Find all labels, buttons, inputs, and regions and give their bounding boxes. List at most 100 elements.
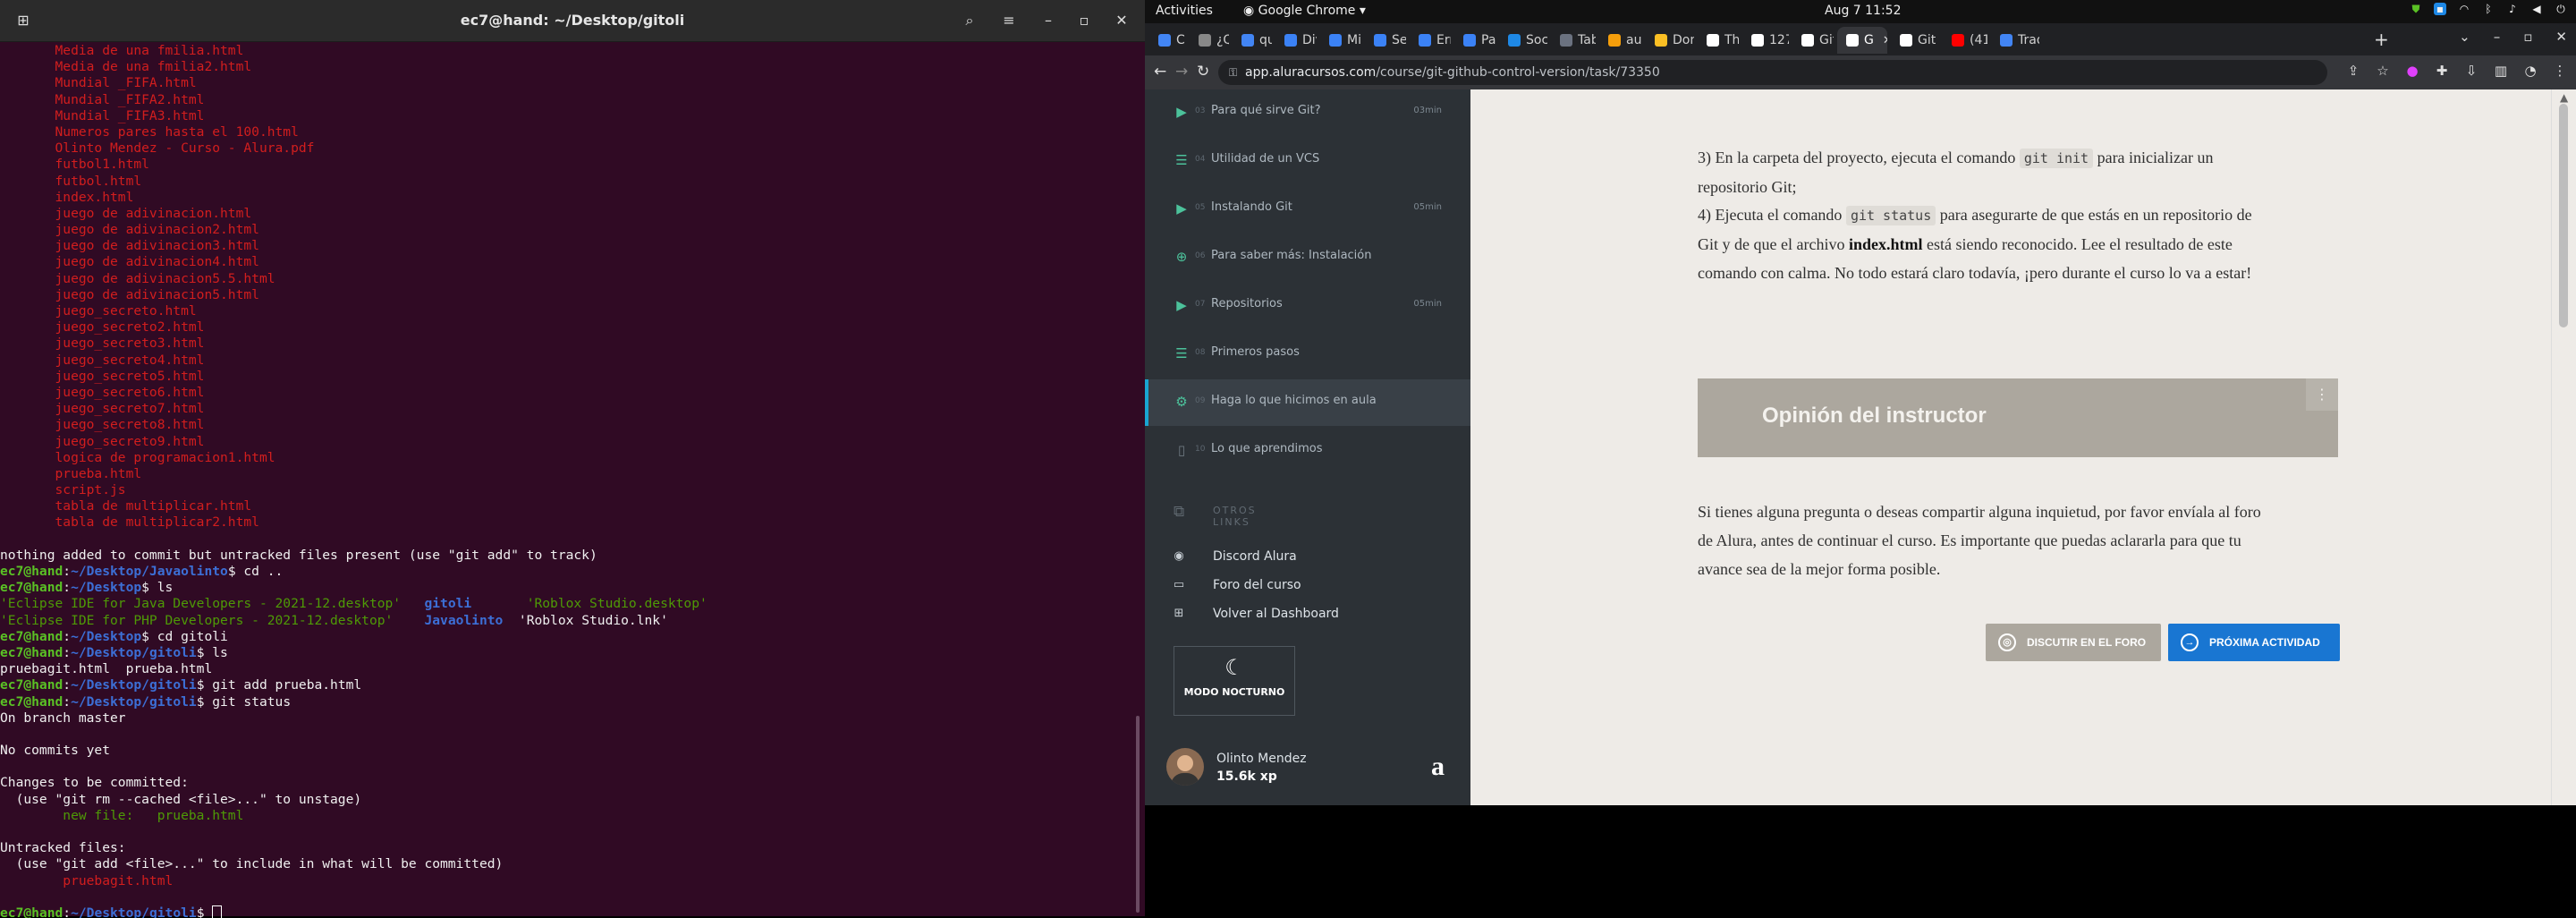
- video-icon: ▶: [1176, 104, 1187, 120]
- side-panel-icon[interactable]: ▥: [2494, 63, 2508, 79]
- scrollbar-thumb[interactable]: [2559, 104, 2568, 327]
- sidebar-item-number: 09: [1195, 396, 1206, 405]
- tab-close-icon[interactable]: ✕: [1883, 34, 1887, 47]
- minimize-icon[interactable]: –: [2494, 29, 2501, 45]
- terminal-line: futbol1.html: [0, 157, 1129, 173]
- sidebar-item[interactable]: ☰ 08 Primeros pasos: [1145, 331, 1470, 378]
- close-icon[interactable]: ✕: [1107, 7, 1136, 34]
- doc-icon: [1560, 34, 1572, 47]
- terminal-line: Media de una fmilia2.html: [0, 59, 1129, 75]
- browser-tab[interactable]: Soci: [1499, 27, 1547, 54]
- browser-tab[interactable]: Serv: [1365, 27, 1406, 54]
- terminal-line: On branch master: [0, 710, 1129, 727]
- discord-icon: ◉: [1174, 549, 1184, 563]
- terminal-text-segment: :: [63, 693, 72, 710]
- page-scrollbar[interactable]: ▲: [2551, 89, 2576, 805]
- sidebar-item[interactable]: ☰ 04 Utilidad de un VCS: [1145, 138, 1470, 184]
- browser-tab[interactable]: Trad: [1991, 27, 2039, 54]
- terminal-output[interactable]: Media de una fmilia.html Media de una fm…: [0, 41, 1129, 918]
- google-icon: [1241, 34, 1254, 47]
- browser-tab[interactable]: (41): [1943, 27, 1987, 54]
- sidebar-item[interactable]: ▶ 03 Para qué sirve Git? 03min: [1145, 89, 1470, 136]
- maximize-icon[interactable]: ▫: [2523, 29, 2532, 45]
- terminal-text-segment: juego de adivinacion.html: [0, 205, 252, 221]
- sidebar-item-duration: 05min: [1413, 202, 1442, 212]
- browser-tab[interactable]: aura: [1599, 27, 1642, 54]
- sidebar-item-label: Lo que aprendimos: [1211, 442, 1323, 455]
- extensions-puzzle-icon[interactable]: ✚: [2435, 63, 2449, 79]
- bookmark-star-icon[interactable]: ☆: [2376, 63, 2390, 79]
- chrome-menu-icon[interactable]: ⋮: [2553, 63, 2567, 79]
- tab-label: 127.: [1769, 33, 1789, 47]
- hamburger-menu-icon[interactable]: ≡: [995, 7, 1023, 34]
- browser-tab[interactable]: ¿Qu: [1190, 27, 1229, 54]
- avatar[interactable]: [1166, 748, 1204, 786]
- sidebar-item[interactable]: ▶ 07 Repositorios 05min: [1145, 283, 1470, 329]
- user-name: Olinto Mendez: [1216, 752, 1307, 766]
- terminal-text-segment: juego_secreto5.html: [0, 368, 205, 384]
- terminal-line: juego de adivinacion2.html: [0, 222, 1129, 238]
- clock[interactable]: Aug 7 11:52: [1825, 4, 1902, 18]
- sidebar-item[interactable]: ⚙ 09 Haga lo que hicimos en aula: [1145, 379, 1470, 426]
- terminal-text-segment: new file: prueba.html: [0, 807, 244, 823]
- alura-logo[interactable]: a: [1431, 752, 1445, 782]
- terminal-line: pruebagit.html: [0, 873, 1129, 889]
- browser-tab[interactable]: qué: [1233, 27, 1272, 54]
- browser-tab[interactable]: G✕: [1837, 27, 1887, 54]
- search-icon[interactable]: ⌕: [955, 7, 984, 34]
- new-tab-button[interactable]: +: [2374, 29, 2389, 50]
- share-icon[interactable]: ⇪: [2346, 63, 2360, 79]
- reload-icon[interactable]: ↻: [1197, 63, 1209, 81]
- browser-tab[interactable]: The: [1698, 27, 1739, 54]
- app-menu[interactable]: ◉ Google Chrome ▾: [1243, 4, 1366, 18]
- sidebar-item-label: Para saber más: Instalación: [1211, 249, 1372, 262]
- terminal-text-segment: juego_secreto6.html: [0, 384, 205, 400]
- terminal-scrollbar[interactable]: [1136, 716, 1140, 913]
- instructor-opinion-header[interactable]: Opinión del instructor ⋮: [1698, 378, 2338, 457]
- back-icon[interactable]: ←: [1154, 63, 1166, 81]
- system-tray[interactable]: ⛊ ▪ ◠ ᛒ ♪ ◀ ⏻: [2410, 3, 2567, 15]
- scroll-up-icon[interactable]: ▲: [2560, 91, 2568, 104]
- browser-tab[interactable]: Cou: [1149, 27, 1185, 54]
- user-xp: 15.6k xp: [1216, 769, 1277, 784]
- forward-icon[interactable]: →: [1175, 63, 1188, 81]
- terminal-text-segment: ec7@hand: [0, 628, 64, 644]
- terminal-text-segment: ~/Desktop/gitoli: [71, 677, 197, 693]
- night-mode-button[interactable]: ☾ MODO NOCTURNO: [1174, 646, 1295, 716]
- course-sidebar: ▶ 03 Para qué sirve Git? 03min ☰ 04 Utilidad d…: [1145, 89, 1470, 805]
- browser-tab[interactable]: Part: [1454, 27, 1496, 54]
- terminal-window[interactable]: ⊞ ec7@hand: ~/Desktop/gitoli ⌕ ≡ – ▫ ✕ M…: [0, 0, 1145, 918]
- browser-tab[interactable]: Git v: [1891, 27, 1939, 54]
- terminal-text-segment: prueba.html: [0, 465, 142, 481]
- sidebar-item[interactable]: ⊕ 06 Para saber más: Instalación: [1145, 234, 1470, 281]
- discuss-forum-button[interactable]: ◎ DISCUTIR EN EL FORO: [1986, 624, 2161, 661]
- next-activity-button[interactable]: → PRÓXIMA ACTIVIDAD: [2168, 624, 2340, 661]
- browser-tab[interactable]: Mini: [1320, 27, 1361, 54]
- terminal-text-segment: juego_secreto.html: [0, 303, 197, 319]
- terminal-text-segment: $ ls: [196, 644, 228, 660]
- close-icon[interactable]: ✕: [2555, 29, 2567, 45]
- browser-tab[interactable]: Tabl: [1551, 27, 1596, 54]
- sidebar-item[interactable]: ▯ 10 Lo que aprendimos: [1145, 428, 1470, 474]
- more-options-icon[interactable]: ⋮: [2306, 378, 2338, 411]
- activities-button[interactable]: Activities: [1156, 4, 1213, 18]
- tab-search-icon[interactable]: ⌄: [2459, 29, 2470, 45]
- sidebar-item-label: Instalando Git: [1211, 200, 1292, 214]
- extension-icon[interactable]: ●: [2405, 63, 2419, 79]
- discuss-forum-label: DISCUTIR EN EL FORO: [2027, 636, 2147, 649]
- site-info-icon[interactable]: ⚿: [1229, 60, 1237, 85]
- shield-icon: ⛊: [2411, 3, 2420, 15]
- profile-icon[interactable]: ◔: [2523, 63, 2538, 79]
- browser-tab[interactable]: Git y: [1792, 27, 1834, 54]
- browser-tab[interactable]: 127.: [1742, 27, 1789, 54]
- browser-tab[interactable]: Don: [1646, 27, 1694, 54]
- sidebar-item[interactable]: ▶ 05 Instalando Git 05min: [1145, 186, 1470, 233]
- maximize-icon[interactable]: ▫: [1070, 7, 1098, 34]
- address-bar[interactable]: ⚿ app.aluracursos.com/course/git-github-c…: [1218, 60, 2327, 85]
- browser-tab[interactable]: Erre: [1410, 27, 1451, 54]
- minimize-icon[interactable]: –: [1034, 7, 1063, 34]
- browser-tab[interactable]: Divi: [1275, 27, 1317, 54]
- download-icon[interactable]: ⇩: [2464, 63, 2479, 79]
- terminal-text-segment: ec7@hand: [0, 677, 64, 693]
